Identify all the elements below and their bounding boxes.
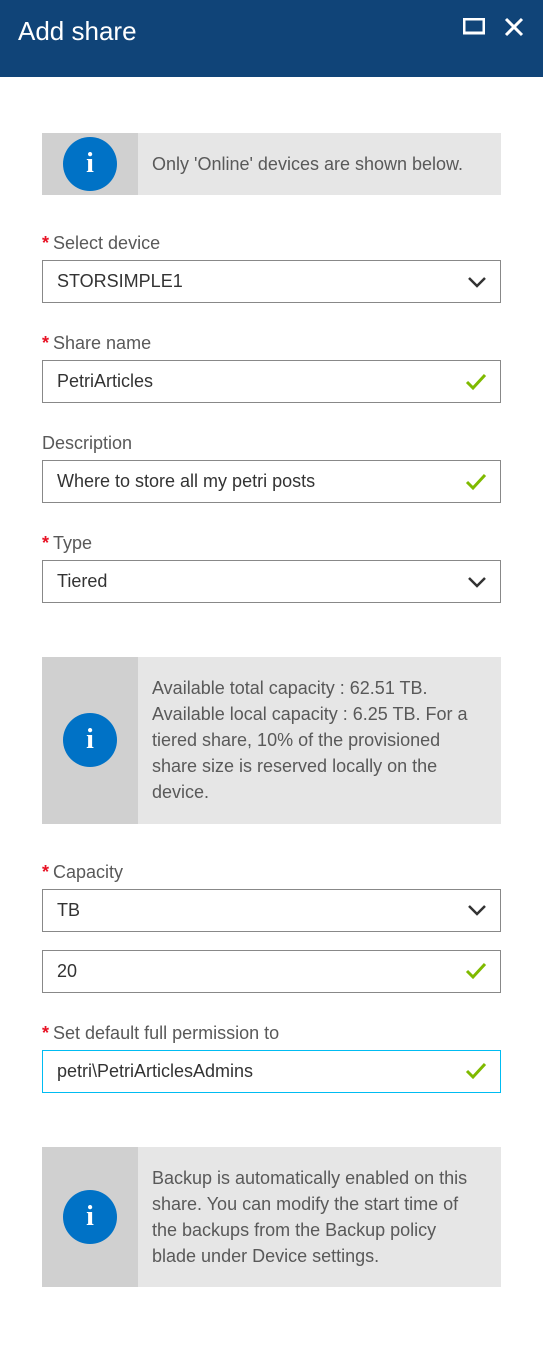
info-icon: i: [63, 1190, 117, 1244]
permission-label: *Set default full permission to: [42, 1023, 501, 1044]
info-box-online-devices: i Only 'Online' devices are shown below.: [42, 133, 501, 195]
select-device-dropdown[interactable]: STORSIMPLE1: [42, 260, 501, 303]
info-icon: i: [63, 137, 117, 191]
select-device-value: STORSIMPLE1: [42, 260, 501, 303]
permission-input[interactable]: [42, 1050, 501, 1093]
info-text: Available total capacity : 62.51 TB. Ava…: [138, 657, 501, 823]
blade-content: i Only 'Online' devices are shown below.…: [0, 77, 543, 1307]
capacity-unit-dropdown[interactable]: TB: [42, 889, 501, 932]
permission-field[interactable]: [42, 1050, 501, 1093]
info-text: Only 'Online' devices are shown below.: [138, 133, 481, 195]
info-icon-wrap: i: [42, 133, 138, 195]
capacity-unit-value: TB: [42, 889, 501, 932]
close-icon[interactable]: [503, 16, 525, 38]
capacity-value-field[interactable]: [42, 950, 501, 993]
blade-header: Add share: [0, 0, 543, 77]
capacity-value-input[interactable]: [42, 950, 501, 993]
description-label: Description: [42, 433, 501, 454]
capacity-label: *Capacity: [42, 862, 501, 883]
type-value: Tiered: [42, 560, 501, 603]
type-label: *Type: [42, 533, 501, 554]
share-name-input[interactable]: [42, 360, 501, 403]
info-icon-wrap: i: [42, 657, 138, 823]
info-icon: i: [63, 713, 117, 767]
share-name-field[interactable]: [42, 360, 501, 403]
description-input[interactable]: [42, 460, 501, 503]
info-text: Backup is automatically enabled on this …: [138, 1147, 501, 1287]
info-box-capacity: i Available total capacity : 62.51 TB. A…: [42, 657, 501, 823]
restore-icon[interactable]: [463, 18, 485, 36]
blade-title: Add share: [18, 16, 137, 47]
info-icon-wrap: i: [42, 1147, 138, 1287]
type-dropdown[interactable]: Tiered: [42, 560, 501, 603]
info-box-backup: i Backup is automatically enabled on thi…: [42, 1147, 501, 1287]
select-device-label: *Select device: [42, 233, 501, 254]
description-field[interactable]: [42, 460, 501, 503]
share-name-label: *Share name: [42, 333, 501, 354]
header-controls: [463, 16, 525, 38]
